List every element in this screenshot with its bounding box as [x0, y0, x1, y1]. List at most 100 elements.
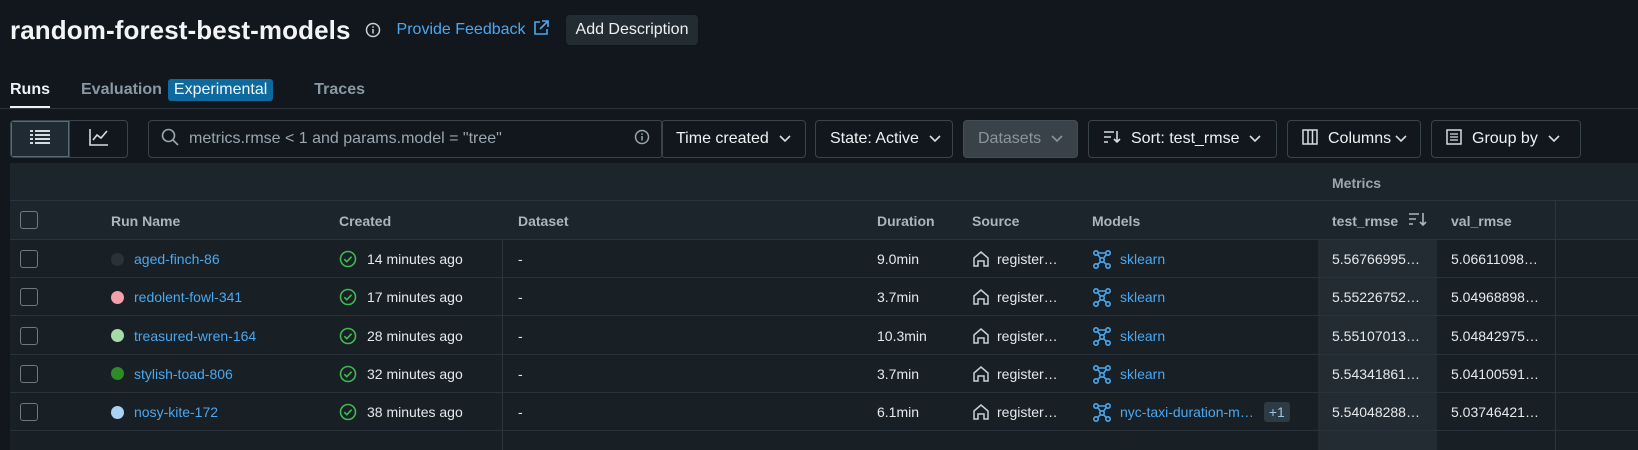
test-rmse-cell: 5.55107013… [1332, 327, 1420, 344]
tab-divider [0, 108, 1638, 109]
columns-dropdown[interactable]: Columns [1287, 120, 1421, 158]
column-group-header: Metrics [10, 163, 1638, 201]
created-cell: 32 minutes ago [339, 355, 463, 393]
datasets-dropdown[interactable]: Datasets [963, 120, 1078, 158]
col-run-name[interactable]: Run Name [111, 213, 180, 229]
run-color-dot [111, 329, 124, 343]
home-icon [972, 403, 990, 421]
run-name-link[interactable]: aged-finch-86 [134, 251, 220, 267]
columns-label: Columns [1328, 130, 1392, 147]
group-by-label: Group by [1472, 130, 1538, 147]
created-cell: 28 minutes ago [339, 317, 463, 355]
search-info-icon[interactable] [634, 129, 650, 149]
search-input[interactable] [189, 130, 634, 148]
test-rmse-cell: 5.55226752… [1332, 289, 1420, 306]
info-icon[interactable] [363, 20, 383, 40]
sort-descending-icon[interactable] [1408, 212, 1428, 232]
duration-cell: 3.7min [877, 365, 920, 382]
runs-toolbar: Time created State: Active Datasets Sort… [10, 120, 1581, 158]
row-checkbox[interactable] [20, 250, 38, 268]
col-duration[interactable]: Duration [877, 213, 935, 229]
run-name-link[interactable]: nosy-kite-172 [134, 404, 218, 420]
check-circle-icon [339, 327, 357, 345]
model-link[interactable]: sklearn [1120, 328, 1165, 344]
duration-cell: 6.1min [877, 404, 920, 421]
val-rmse-cell: 5.04968898… [1451, 289, 1539, 306]
dataset-cell: - [518, 404, 523, 421]
duration-cell: 3.7min [877, 289, 920, 306]
val-rmse-cell: 5.06611098… [1451, 251, 1538, 267]
tab-traces[interactable]: Traces [314, 78, 365, 102]
chevron-down-icon [779, 130, 791, 148]
created-cell: 14 minutes ago [339, 240, 463, 278]
run-name-cell: redolent-fowl-341 [111, 278, 242, 316]
group-by-dropdown[interactable]: Group by [1431, 120, 1581, 158]
source-cell: register… [972, 393, 1072, 431]
columns-icon [1302, 128, 1318, 150]
col-test-rmse[interactable]: test_rmse [1332, 213, 1398, 229]
search-icon [161, 128, 179, 150]
model-icon [1092, 249, 1112, 269]
models-cell: sklearn [1092, 240, 1307, 278]
table-row[interactable]: stylish-toad-806 32 minutes ago - 3.7min… [10, 355, 1638, 393]
table-row[interactable]: nosy-kite-172 38 minutes ago - 6.1min re… [10, 393, 1638, 432]
more-models-badge[interactable]: +1 [1263, 402, 1290, 423]
row-checkbox[interactable] [20, 326, 38, 345]
col-created[interactable]: Created [339, 213, 391, 229]
time-created-dropdown[interactable]: Time created [661, 120, 806, 158]
dataset-cell: - [518, 365, 523, 382]
test-rmse-cell: 5.54341861… [1332, 365, 1420, 382]
table-row[interactable]: treasured-wren-164 28 minutes ago - 10.3… [10, 317, 1638, 355]
provide-feedback-link[interactable]: Provide Feedback [397, 19, 550, 42]
col-models[interactable]: Models [1092, 213, 1140, 229]
run-name-cell: treasured-wren-164 [111, 317, 256, 355]
created-text: 14 minutes ago [367, 251, 463, 267]
run-name-link[interactable]: redolent-fowl-341 [134, 289, 242, 305]
run-color-dot [111, 290, 124, 304]
col-val-rmse[interactable]: val_rmse [1451, 213, 1512, 229]
model-link[interactable]: sklearn [1120, 289, 1165, 305]
col-dataset[interactable]: Dataset [518, 213, 569, 229]
add-description-button[interactable]: Add Description [565, 15, 699, 45]
models-cell: sklearn [1092, 317, 1307, 355]
chart-view-button[interactable] [69, 121, 127, 157]
table-view-button[interactable] [11, 121, 69, 157]
row-checkbox[interactable] [20, 403, 38, 422]
model-link[interactable]: sklearn [1120, 251, 1165, 267]
created-text: 38 minutes ago [367, 404, 463, 421]
row-checkbox[interactable] [20, 364, 38, 383]
run-name-cell: aged-finch-86 [111, 240, 220, 278]
test-rmse-cell: 5.54048288… [1332, 404, 1420, 421]
run-name-link[interactable]: treasured-wren-164 [134, 328, 256, 344]
page-title: random-forest-best-models [10, 14, 351, 45]
model-icon [1092, 326, 1112, 346]
chevron-down-icon [1395, 130, 1407, 148]
runs-table: Metrics Run Name Created Dataset Duratio… [10, 163, 1638, 450]
select-all-checkbox[interactable] [20, 211, 38, 229]
search-box [148, 120, 663, 158]
home-icon [972, 365, 990, 383]
source-cell: register… [972, 317, 1072, 355]
val-rmse-cell: 5.04100591… [1451, 365, 1539, 382]
duration-cell: 9.0min [877, 251, 920, 267]
model-link[interactable]: nyc-taxi-duration-m… [1120, 404, 1254, 420]
table-row[interactable]: aged-finch-86 14 minutes ago - 9.0min re… [10, 240, 1638, 278]
run-name-link[interactable]: stylish-toad-806 [134, 366, 233, 382]
metrics-group-label: Metrics [1332, 175, 1382, 191]
model-link[interactable]: sklearn [1120, 366, 1165, 382]
dataset-cell: - [518, 289, 523, 306]
check-circle-icon [339, 250, 357, 268]
table-row[interactable]: redolent-fowl-341 17 minutes ago - 3.7mi… [10, 278, 1638, 317]
duration-cell: 10.3min [877, 327, 927, 344]
sort-label: Sort: test_rmse [1131, 130, 1240, 147]
tab-evaluation[interactable]: Evaluation Experimental [81, 78, 274, 102]
row-checkbox[interactable] [20, 288, 38, 307]
dataset-cell: - [518, 327, 523, 344]
tab-runs[interactable]: Runs [10, 78, 50, 109]
datasets-label: Datasets [978, 130, 1042, 147]
test-rmse-cell: 5.56766995… [1332, 251, 1420, 267]
sort-dropdown[interactable]: Sort: test_rmse [1088, 120, 1277, 158]
col-source[interactable]: Source [972, 213, 1019, 229]
tab-traces-label: Traces [314, 81, 365, 98]
state-dropdown[interactable]: State: Active [815, 120, 953, 158]
